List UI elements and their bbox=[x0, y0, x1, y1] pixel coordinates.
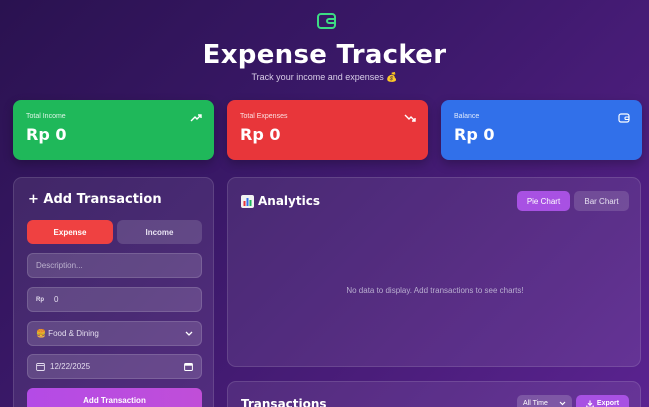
chevron-down-icon bbox=[559, 401, 566, 406]
wallet-icon bbox=[618, 113, 630, 123]
trending-down-icon bbox=[404, 114, 416, 122]
description-input[interactable]: Description... bbox=[27, 253, 202, 278]
bar-chart-icon bbox=[241, 194, 254, 208]
calendar-picker-icon[interactable] bbox=[184, 362, 193, 371]
currency-prefix: Rp bbox=[36, 296, 44, 303]
export-label: Export bbox=[596, 400, 620, 407]
time-filter-select[interactable]: All Time bbox=[517, 395, 572, 407]
category-selected: 🍔 Food & Dining bbox=[36, 329, 99, 338]
wallet-icon bbox=[317, 13, 336, 29]
total-expenses-label: Total Expenses bbox=[240, 113, 288, 120]
analytics-title-text: Analytics bbox=[258, 194, 320, 208]
add-transaction-panel: + Add Transaction Expense Income Descrip… bbox=[13, 177, 214, 407]
date-value: 12/22/2025 bbox=[50, 362, 91, 371]
add-transaction-title: + Add Transaction bbox=[28, 192, 162, 207]
income-type-button[interactable]: Income bbox=[117, 220, 202, 244]
empty-chart-message: No data to display. Add transactions to … bbox=[346, 286, 524, 295]
export-button[interactable]: Export bbox=[576, 395, 629, 407]
add-transaction-button[interactable]: Add Transaction bbox=[27, 388, 202, 407]
tab-pie-chart[interactable]: Pie Chart bbox=[517, 191, 570, 211]
analytics-title: Analytics bbox=[241, 194, 320, 208]
expense-type-button[interactable]: Expense bbox=[27, 220, 113, 244]
time-filter-selected: All Time bbox=[523, 400, 548, 407]
total-income-value: Rp 0 bbox=[26, 125, 67, 144]
transactions-panel: Transactions All Time Export bbox=[227, 381, 641, 407]
analytics-panel: Analytics Pie Chart Bar Chart No data to… bbox=[227, 177, 641, 367]
tab-bar-chart[interactable]: Bar Chart bbox=[574, 191, 629, 211]
balance-label: Balance bbox=[454, 113, 480, 120]
amount-input[interactable]: Rp 0 bbox=[27, 287, 202, 312]
total-income-card: Total Income Rp 0 bbox=[13, 100, 214, 160]
total-expenses-card: Total Expenses Rp 0 bbox=[227, 100, 428, 160]
trending-up-icon bbox=[190, 114, 202, 122]
chevron-down-icon bbox=[185, 331, 193, 336]
page-title: Expense Tracker bbox=[202, 40, 447, 70]
download-icon bbox=[586, 400, 594, 407]
calendar-icon bbox=[36, 363, 45, 371]
date-input[interactable]: 12/22/2025 bbox=[27, 354, 202, 379]
total-income-label: Total Income bbox=[26, 113, 66, 120]
total-expenses-value: Rp 0 bbox=[240, 125, 281, 144]
balance-value: Rp 0 bbox=[454, 125, 495, 144]
category-select[interactable]: 🍔 Food & Dining bbox=[27, 321, 202, 346]
page-subtitle: Track your income and expenses 💰 bbox=[251, 72, 398, 82]
transactions-title: Transactions bbox=[241, 397, 327, 407]
amount-value: 0 bbox=[54, 295, 59, 304]
balance-card: Balance Rp 0 bbox=[441, 100, 642, 160]
